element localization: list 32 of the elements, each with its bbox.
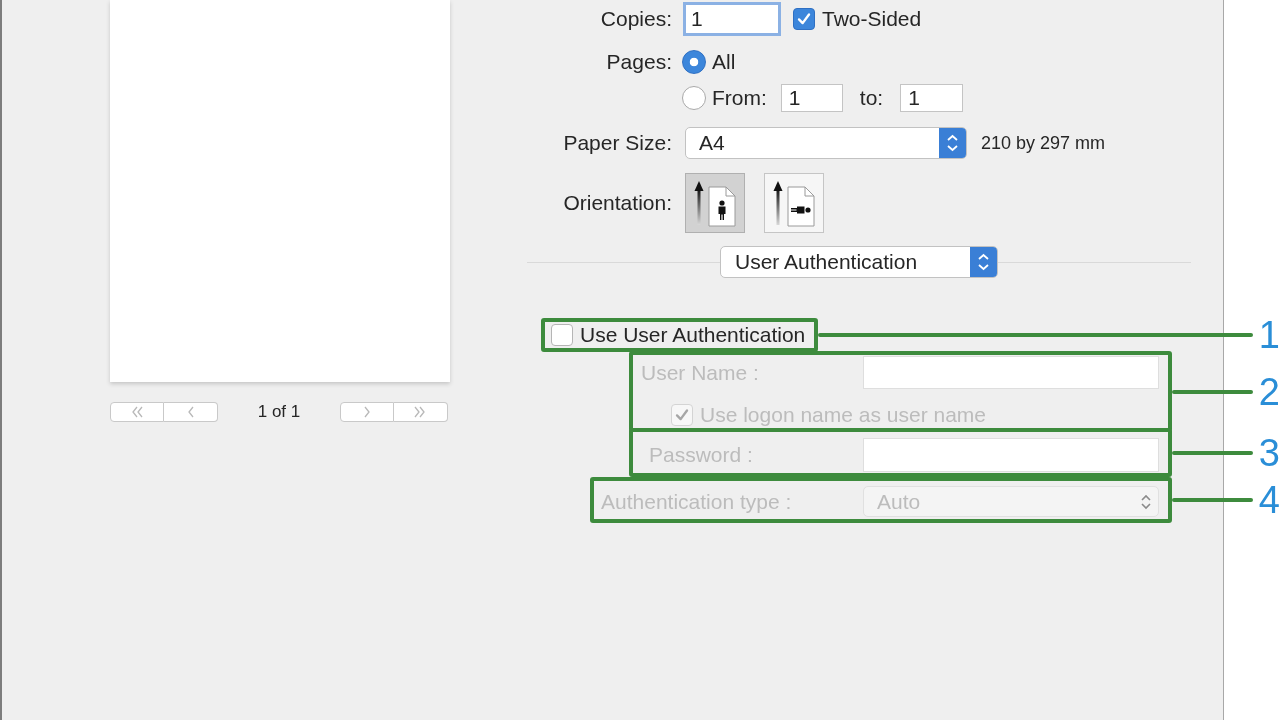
radio-label: All xyxy=(712,50,736,74)
portrait-page-icon xyxy=(693,179,737,227)
callout-number: 1 xyxy=(1258,318,1280,352)
page-count: 1 of 1 xyxy=(257,402,301,422)
copies-field[interactable]: 1 xyxy=(683,2,781,36)
radio-label: From: xyxy=(712,86,767,110)
radio-button[interactable] xyxy=(682,50,706,74)
orientation-button[interactable] xyxy=(685,173,745,233)
field-label: Orientation: xyxy=(562,191,672,215)
paper-size-select[interactable]: A4 xyxy=(685,127,967,159)
paper-dimensions: 210 by 297 mm xyxy=(981,132,1106,154)
double-chevron-left-icon xyxy=(130,405,144,419)
field-label: to: xyxy=(859,86,884,110)
field-label: Copies: xyxy=(599,7,672,31)
checkbox-label: Two-Sided xyxy=(822,7,922,31)
updown-chevron-icon xyxy=(939,128,966,158)
callout-number: 4 xyxy=(1258,483,1280,517)
checkbox-label: Use User Authentication xyxy=(580,323,806,347)
page-from-field[interactable]: 1 xyxy=(780,84,843,112)
field-label: Pages: xyxy=(605,50,672,74)
page-to-field[interactable]: 1 xyxy=(900,84,964,112)
radio-button[interactable] xyxy=(682,86,706,110)
updown-chevron-icon xyxy=(1140,492,1152,511)
landscape-page-icon xyxy=(772,179,816,227)
field-label: Paper Size: xyxy=(562,131,672,155)
checkbox[interactable] xyxy=(793,8,815,30)
callout-number: 2 xyxy=(1258,374,1280,409)
panel-select[interactable]: User Authentication xyxy=(720,246,998,278)
updown-chevron-icon xyxy=(970,247,997,277)
checkbox[interactable] xyxy=(551,324,573,346)
callout-number: 3 xyxy=(1258,435,1280,470)
orientation-button[interactable] xyxy=(764,173,824,233)
